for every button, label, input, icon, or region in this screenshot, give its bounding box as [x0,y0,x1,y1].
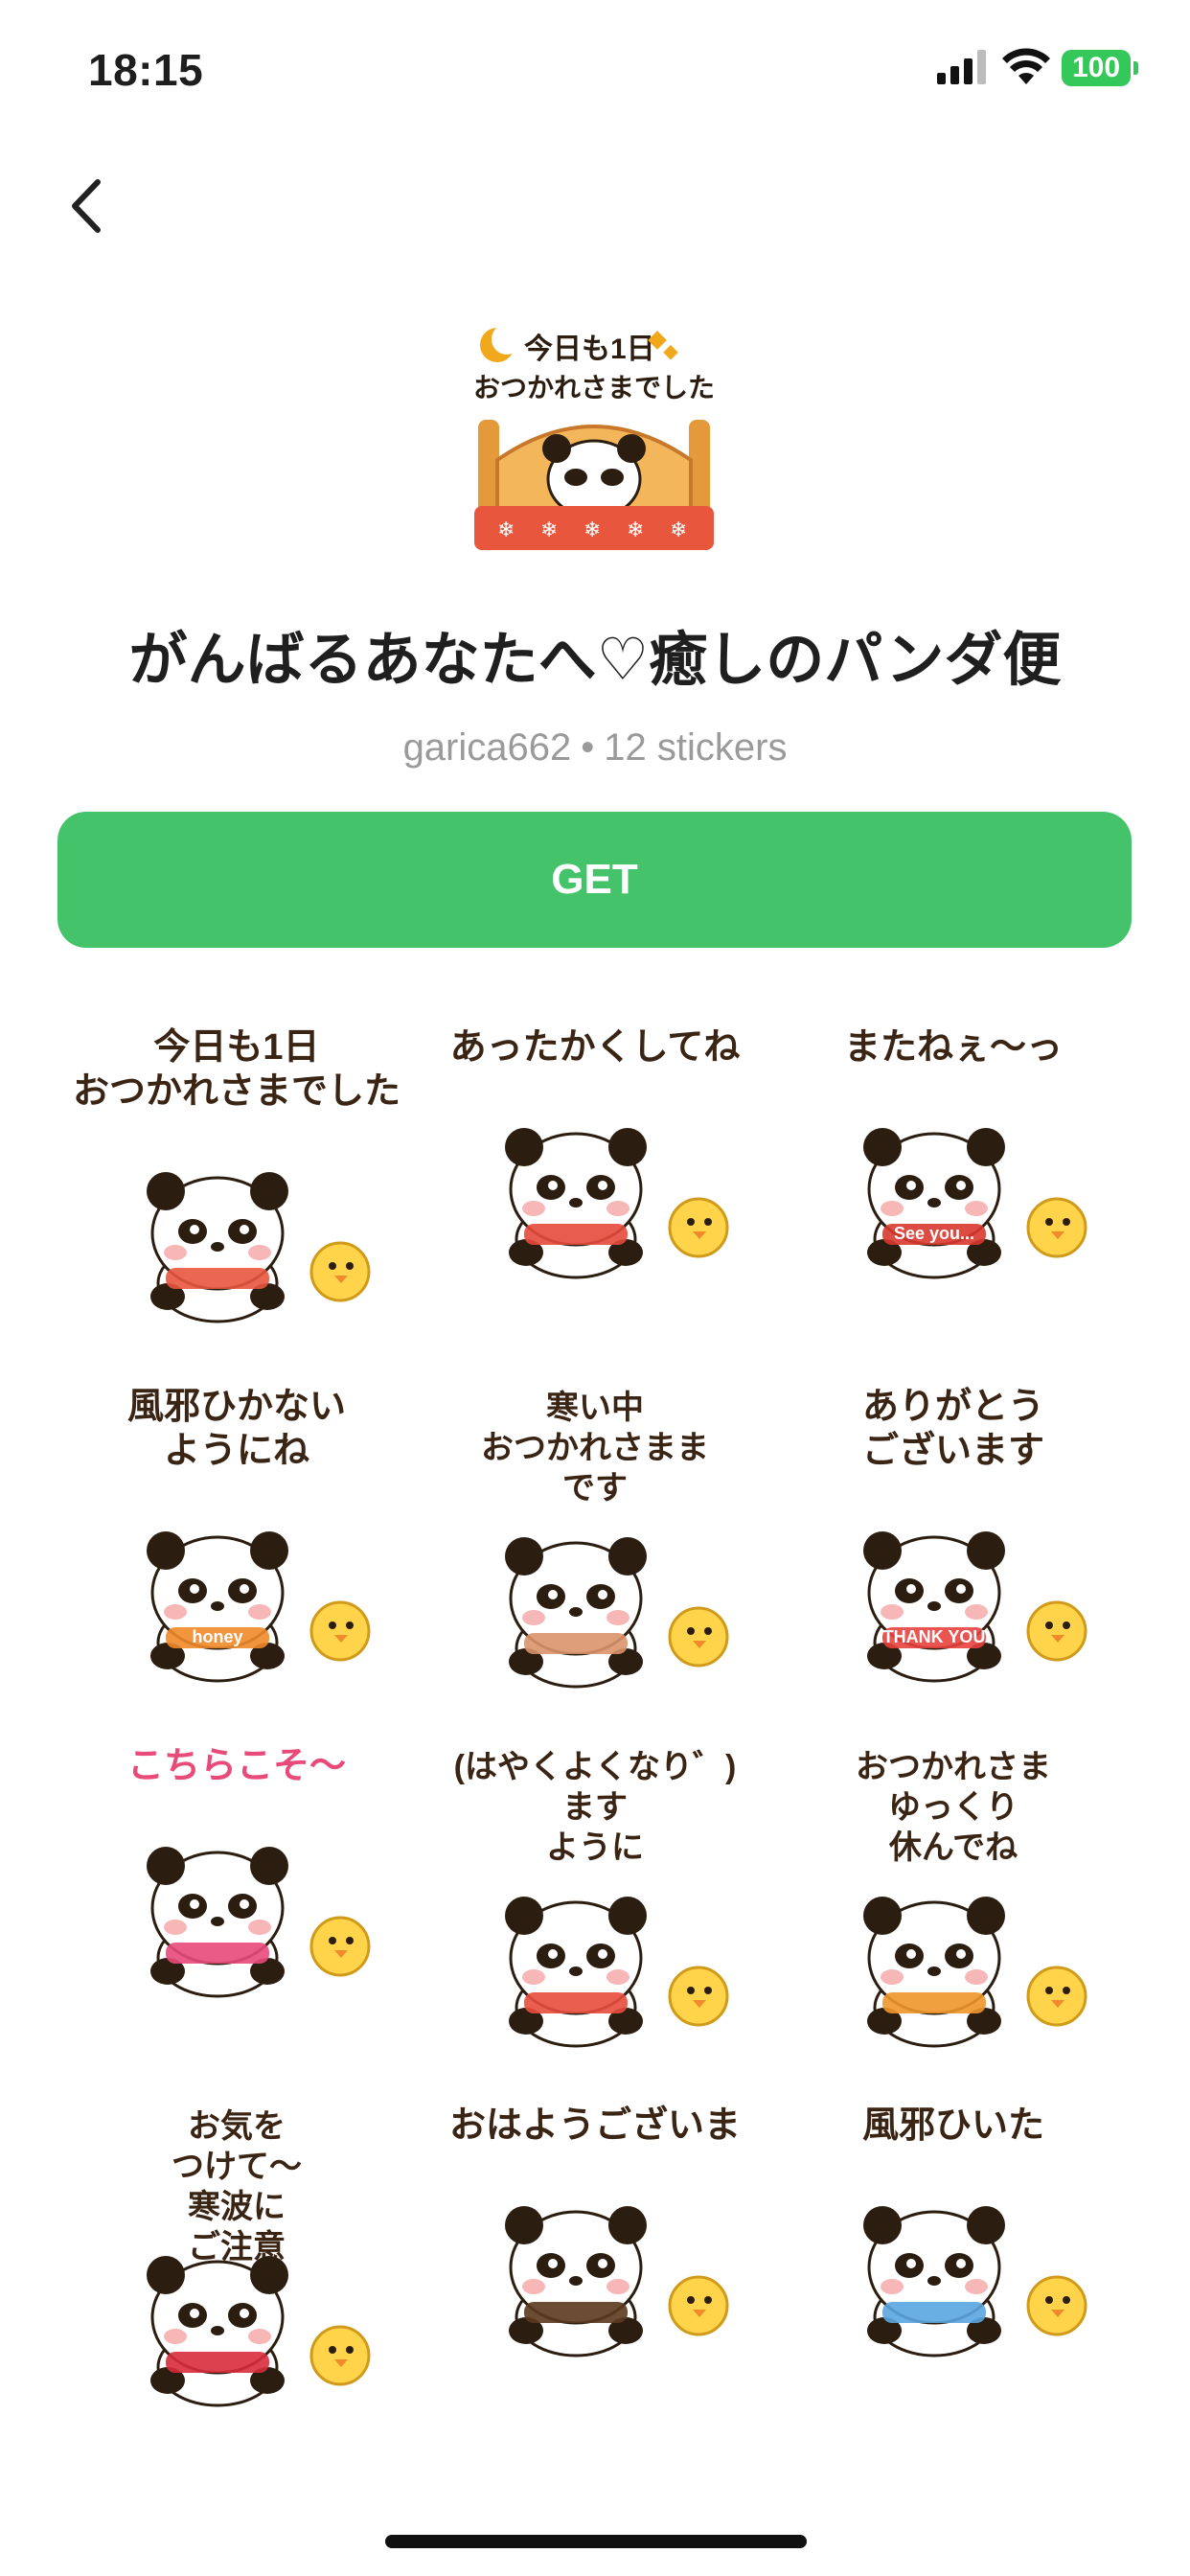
wifi-icon [1002,48,1050,84]
sticker-7[interactable]: こちらこそ〜 [57,1711,416,2070]
sticker-caption-line: つけて〜 [172,2149,302,2185]
sticker-caption-line: です [562,1470,628,1506]
cover-text-line-2: おつかれさまでした [473,373,715,402]
sticker-grid: 今日も1日 おつかれさまでした あったかくしてね またねぇ〜っ See you... 風邪… [57,992,1133,2429]
home-indicator [385,2535,807,2548]
sticker-caption-line: おつかれさま [856,1749,1051,1785]
sticker-caption-line: またねぇ〜っ [844,1027,1063,1068]
back-chevron-icon[interactable] [59,172,117,240]
sticker-sub-label: honey [192,1627,242,1646]
sticker-count: 12 stickers [604,726,788,769]
sticker-12[interactable]: 風邪ひいた [774,2070,1133,2429]
sticker-caption-line: こちらこそ〜 [127,1746,346,1786]
sticker-caption-line: ございます [862,1430,1044,1471]
sticker-image-9: おつかれさまゆっくり休んでね [856,1749,1087,2047]
sticker-caption-line: ようにね [164,1431,309,1471]
svg-text:❄: ❄ [540,518,558,542]
sticker-sub-label: THANK YOU [883,1627,986,1646]
sticker-image-8: (はやくよくなり゛) ますように [454,1749,737,2047]
sticker-image-4: 風邪ひかないようにね honey [127,1387,371,1682]
cellular-signal-icon [937,50,986,84]
sticker-8[interactable]: (はやくよくなり゛) ます ように [416,1711,774,2070]
sticker-caption-line: ます [562,1789,628,1826]
sticker-2[interactable]: あったかくしてね [416,992,774,1351]
sticker-caption-line: (はやくよくなり゛) [454,1749,737,1785]
pack-meta: garica662 • 12 stickers [0,726,1190,770]
sticker-image-7: こちらこそ〜 [127,1746,371,1997]
battery-indicator: 100 [1062,50,1131,86]
sticker-10[interactable]: お気を つけて〜 寒波に ご注意 [57,2070,416,2429]
sticker-caption-line: おはようございま [449,2104,741,2146]
svg-text:❄: ❄ [497,518,515,542]
sticker-caption-line: 風邪ひかない [127,1387,346,1427]
sticker-caption-line: ゆっくり [888,1789,1018,1826]
status-time: 18:15 [88,45,204,95]
sticker-caption-line: おつかれさまでした [74,1071,400,1112]
sticker-image-11: おはようございま [449,2104,741,2357]
sticker-caption-line: お気を [188,2108,286,2145]
sticker-4[interactable]: 風邪ひかない ようにね honey [57,1351,416,1711]
sticker-caption-line: あったかくしてね [450,1027,741,1068]
sticker-image-2: あったかくしてね [450,1027,741,1278]
battery-tip [1133,61,1138,75]
sticker-1[interactable]: 今日も1日 おつかれさまでした [57,992,416,1351]
sticker-image-12: 風邪ひいた [862,2105,1087,2357]
sticker-5[interactable]: 寒い中おつかれさまま です [416,1351,774,1711]
sticker-6[interactable]: ありがとう ございます THANK YOU [774,1351,1133,1711]
sticker-3[interactable]: またねぇ〜っ See you... [774,992,1133,1351]
sticker-caption-line: 寒い中 [546,1390,644,1426]
sticker-image-5: 寒い中おつかれさままです [481,1390,729,1688]
pack-title: がんばるあなたへ♡癒しのパンダ便 [128,627,1062,692]
sticker-caption-line: 今日も1日 [153,1027,319,1068]
author-link[interactable]: garica662 [403,726,572,769]
sticker-image-3: またねぇ〜っ See you... [844,1027,1087,1278]
sticker-sub-label: See you... [894,1224,974,1243]
sticker-caption-line: おつかれさまま [481,1430,709,1466]
get-button[interactable]: GET [57,812,1132,948]
svg-text:❄: ❄ [584,518,601,542]
svg-text:❄: ❄ [627,518,644,542]
status-bar: 18:15 100 [0,0,1190,144]
sticker-caption-line: 風邪ひいた [862,2105,1044,2146]
meta-separator: • [581,726,595,769]
sticker-caption-line: ように [546,1829,644,1866]
pack-cover-image: 今日も1日 おつかれさまでした ❄ ❄ ❄ ❄ ❄ [473,324,715,550]
cover-text-line-1: 今日も1日 [524,333,655,365]
sticker-11[interactable]: おはようございま [416,2070,774,2429]
sticker-caption-line: ありがとう [862,1387,1044,1427]
sticker-image-1: 今日も1日おつかれさまでした [74,1027,400,1322]
sticker-image-6: ありがとうございます THANK YOU [862,1387,1087,1682]
sticker-caption-line: 休んでね [888,1829,1018,1866]
moon-icon [480,324,522,362]
sticker-caption-line: 寒波に [188,2189,286,2225]
sticker-image-10: お気をつけて〜寒波にご注意 [147,2108,371,2406]
svg-text:❄: ❄ [670,518,687,542]
sticker-9[interactable]: おつかれさま ゆっくり 休んでね [774,1711,1133,2070]
